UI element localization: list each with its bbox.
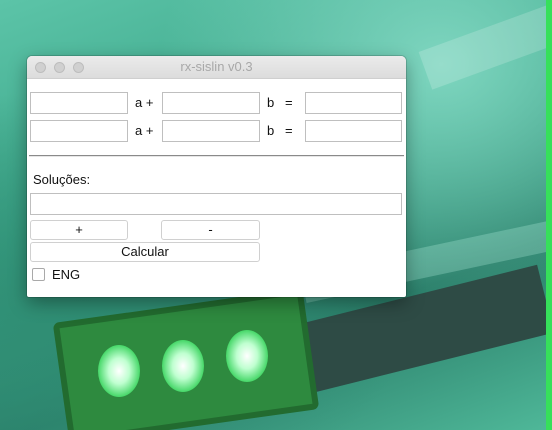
maximize-window-button[interactable]: [73, 62, 84, 73]
separator: [29, 155, 404, 157]
close-window-button[interactable]: [35, 62, 46, 73]
minimize-window-button[interactable]: [54, 62, 65, 73]
eq2-a-coefficient-input[interactable]: [30, 120, 128, 142]
window-title: rx-sislin v0.3: [180, 59, 253, 74]
eq2-a-label: a +: [135, 123, 154, 138]
solutions-label: Soluções:: [33, 172, 91, 187]
remove-equation-button[interactable]: -: [161, 220, 260, 240]
wallpaper-shape: [418, 0, 552, 90]
eq1-a-label: a +: [135, 95, 154, 110]
eq1-a-coefficient-input[interactable]: [30, 92, 128, 114]
wallpaper-light: [162, 340, 204, 392]
eq2-equals-label: =: [285, 123, 293, 138]
eq1-b-coefficient-input[interactable]: [162, 92, 260, 114]
eq1-b-label: b: [267, 95, 275, 110]
title-bar[interactable]: rx-sislin v0.3: [27, 56, 406, 79]
language-checkbox[interactable]: [32, 268, 45, 281]
wallpaper-light: [98, 345, 140, 397]
add-equation-button[interactable]: +: [30, 220, 128, 240]
wallpaper-light: [226, 330, 268, 382]
eq2-b-coefficient-input[interactable]: [162, 120, 260, 142]
calculate-button[interactable]: Calcular: [30, 242, 260, 262]
eq2-b-label: b: [267, 123, 275, 138]
eq1-equals-label: =: [285, 95, 293, 110]
app-window: rx-sislin v0.3 a + b = a + b = Soluções:…: [27, 56, 406, 297]
language-label: ENG: [52, 267, 81, 282]
wallpaper-edge: [546, 0, 552, 430]
eq2-result-input[interactable]: [305, 120, 402, 142]
solutions-output[interactable]: [30, 193, 402, 215]
eq1-result-input[interactable]: [305, 92, 402, 114]
